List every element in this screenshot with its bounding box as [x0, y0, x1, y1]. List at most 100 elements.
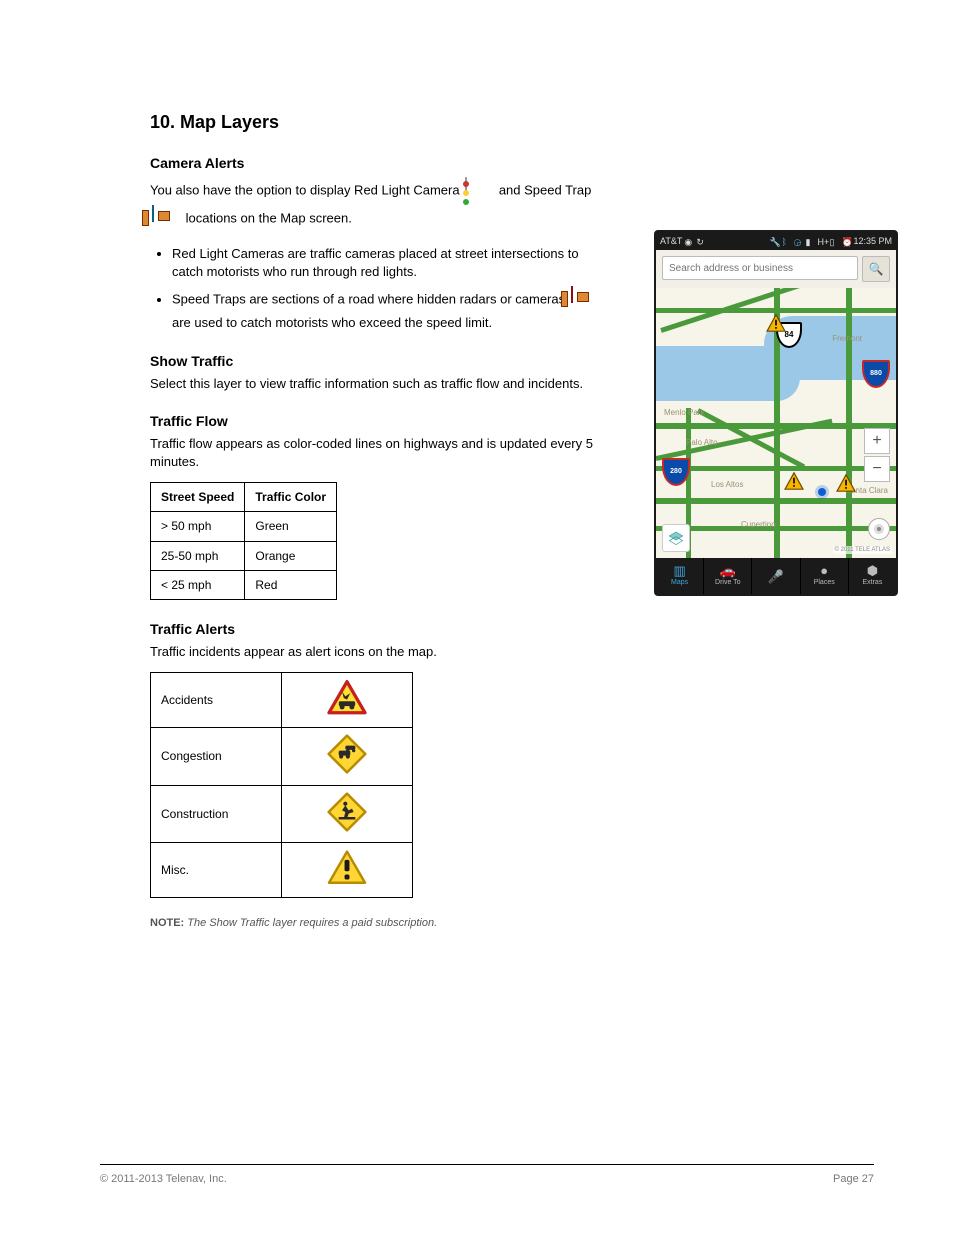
tab-label: Drive To	[715, 578, 741, 587]
speed-trap-icon	[152, 205, 180, 233]
congestion-sign-icon	[282, 728, 413, 785]
bullet-red-light: Red Light Cameras are traffic cameras pl…	[172, 245, 610, 280]
camera-alerts-bullets: Red Light Cameras are traffic cameras pl…	[150, 245, 610, 332]
extras-icon: ⬢	[867, 564, 878, 577]
speed-trap-red-icon	[571, 286, 599, 314]
table-row: > 50 mphGreen	[151, 512, 337, 541]
wifi-icon: ◶	[793, 236, 803, 246]
places-icon: ●	[820, 564, 828, 577]
table-cell: Green	[245, 512, 337, 541]
traffic-alerts-heading: Traffic Alerts	[150, 620, 610, 639]
voice-icon: 🎤	[768, 570, 784, 583]
table-cell: > 50 mph	[151, 512, 245, 541]
table-row: Accidents	[151, 673, 413, 728]
traffic-alert-icon[interactable]	[766, 314, 786, 332]
camera-alerts-intro-c: locations on the Map screen.	[186, 211, 352, 226]
tab-driveto[interactable]: 🚗Drive To	[703, 558, 751, 594]
camera-alerts-intro-b: and Speed Trap	[499, 183, 592, 198]
table-row: Construction	[151, 785, 413, 842]
accident-sign-icon	[282, 673, 413, 728]
current-location-dot	[818, 488, 826, 496]
battery-icon: ▯	[829, 236, 839, 246]
city-label: Cupertino	[741, 520, 776, 531]
signal-icon: ▮	[805, 236, 815, 246]
camera-alerts-intro-a: You also have the option to display Red …	[150, 183, 460, 198]
traffic-alerts-table: Accidents Congestion Construction Misc.	[150, 672, 413, 897]
camera-alerts-heading: Camera Alerts	[150, 154, 610, 173]
bullet-speed-trap: Speed Traps are sections of a road where…	[172, 286, 610, 332]
tab-label: Maps	[671, 578, 688, 587]
wrench-icon: 🔧	[769, 236, 779, 246]
table-header-row: Street Speed Traffic Color	[151, 483, 337, 512]
construction-sign-icon	[282, 785, 413, 842]
route-shield-880: 880	[862, 360, 890, 388]
carrier-label: AT&T	[660, 235, 682, 247]
tab-maps[interactable]: ▥Maps	[656, 558, 703, 594]
search-bar: 🔍	[656, 250, 896, 288]
tab-extras[interactable]: ⬢Extras	[848, 558, 896, 594]
tab-label: Places	[814, 578, 835, 587]
tab-voice[interactable]: 🎤	[751, 558, 799, 594]
table-cell: Red	[245, 570, 337, 599]
note: NOTE: The Show Traffic layer requires a …	[150, 916, 610, 931]
layers-button[interactable]	[662, 524, 690, 552]
maps-icon: ▥	[673, 564, 685, 577]
note-label: NOTE:	[150, 917, 184, 929]
misc-sign-icon	[282, 842, 413, 897]
search-input[interactable]	[662, 256, 858, 280]
show-traffic-heading: Show Traffic	[150, 352, 610, 371]
bullet-speed-trap-suffix: are used to catch motorists who exceed t…	[172, 315, 492, 330]
city-label: Los Altos	[711, 480, 743, 491]
recenter-button[interactable]	[868, 518, 890, 540]
traffic-light-icon	[465, 177, 493, 205]
time-label: 12:35 PM	[853, 235, 892, 247]
data-icon: H+	[817, 236, 827, 246]
bluetooth-icon: ᛒ	[781, 236, 791, 246]
driveto-icon: 🚗	[720, 564, 736, 577]
search-button[interactable]: 🔍	[862, 256, 890, 282]
status-bar: AT&T ◉ ↻ 🔧 ᛒ ◶ ▮ H+ ▯ ⏰ 12:35 PM	[656, 232, 896, 250]
table-cell: < 25 mph	[151, 570, 245, 599]
bottom-nav: ▥Maps🚗Drive To🎤●Places⬢Extras	[656, 558, 896, 594]
zoom-in-button[interactable]: +	[864, 428, 890, 454]
table-row: Misc.	[151, 842, 413, 897]
alert-label: Congestion	[151, 728, 282, 785]
traffic-alert-icon[interactable]	[784, 472, 804, 490]
camera-alerts-intro: You also have the option to display Red …	[150, 177, 610, 233]
chapter-heading: 10. Map Layers	[150, 110, 610, 134]
sync-icon: ↻	[696, 236, 706, 246]
city-label: Menlo Park	[664, 408, 704, 419]
content-column: 10. Map Layers Camera Alerts You also ha…	[150, 110, 610, 931]
traffic-alerts-intro: Traffic incidents appear as alert icons …	[150, 643, 610, 661]
footer-rule	[100, 1164, 874, 1165]
copyright: © 2011-2013 Telenav, Inc.	[100, 1172, 227, 1187]
phone-figure: AT&T ◉ ↻ 🔧 ᛒ ◶ ▮ H+ ▯ ⏰ 12:35 PM 🔍	[654, 230, 894, 596]
table-row: Congestion	[151, 728, 413, 785]
zoom-out-button[interactable]: −	[864, 456, 890, 482]
table-cell: Orange	[245, 541, 337, 570]
flow-col-speed: Street Speed	[151, 483, 245, 512]
alert-label: Construction	[151, 785, 282, 842]
traffic-flow-heading: Traffic Flow	[150, 412, 610, 431]
page: 10. Map Layers Camera Alerts You also ha…	[0, 0, 954, 1235]
city-label: Fremont	[832, 334, 862, 345]
map-canvas[interactable]: Fremont Menlo Park Palo Alto Los Altos S…	[656, 288, 896, 558]
city-label: Palo Alto	[686, 438, 718, 449]
bullet-speed-trap-text: Speed Traps are sections of a road where…	[172, 292, 565, 307]
table-cell: 25-50 mph	[151, 541, 245, 570]
alarm-icon: ⏰	[841, 236, 851, 246]
show-traffic-intro: Select this layer to view traffic inform…	[150, 375, 610, 393]
phone-frame: AT&T ◉ ↻ 🔧 ᛒ ◶ ▮ H+ ▯ ⏰ 12:35 PM 🔍	[654, 230, 898, 596]
traffic-flow-table: Street Speed Traffic Color > 50 mphGreen…	[150, 482, 337, 600]
road	[846, 288, 852, 558]
page-footer: © 2011-2013 Telenav, Inc. Page 27	[100, 1172, 874, 1187]
table-row: < 25 mphRed	[151, 570, 337, 599]
table-row: 25-50 mphOrange	[151, 541, 337, 570]
traffic-alert-icon[interactable]	[836, 474, 856, 492]
traffic-flow-intro: Traffic flow appears as color-coded line…	[150, 435, 610, 470]
tab-places[interactable]: ●Places	[800, 558, 848, 594]
map-credit: © 2011 TELE ATLAS	[833, 546, 892, 554]
page-number: Page 27	[833, 1172, 874, 1187]
tab-label: Extras	[862, 578, 882, 587]
alert-label: Accidents	[151, 673, 282, 728]
